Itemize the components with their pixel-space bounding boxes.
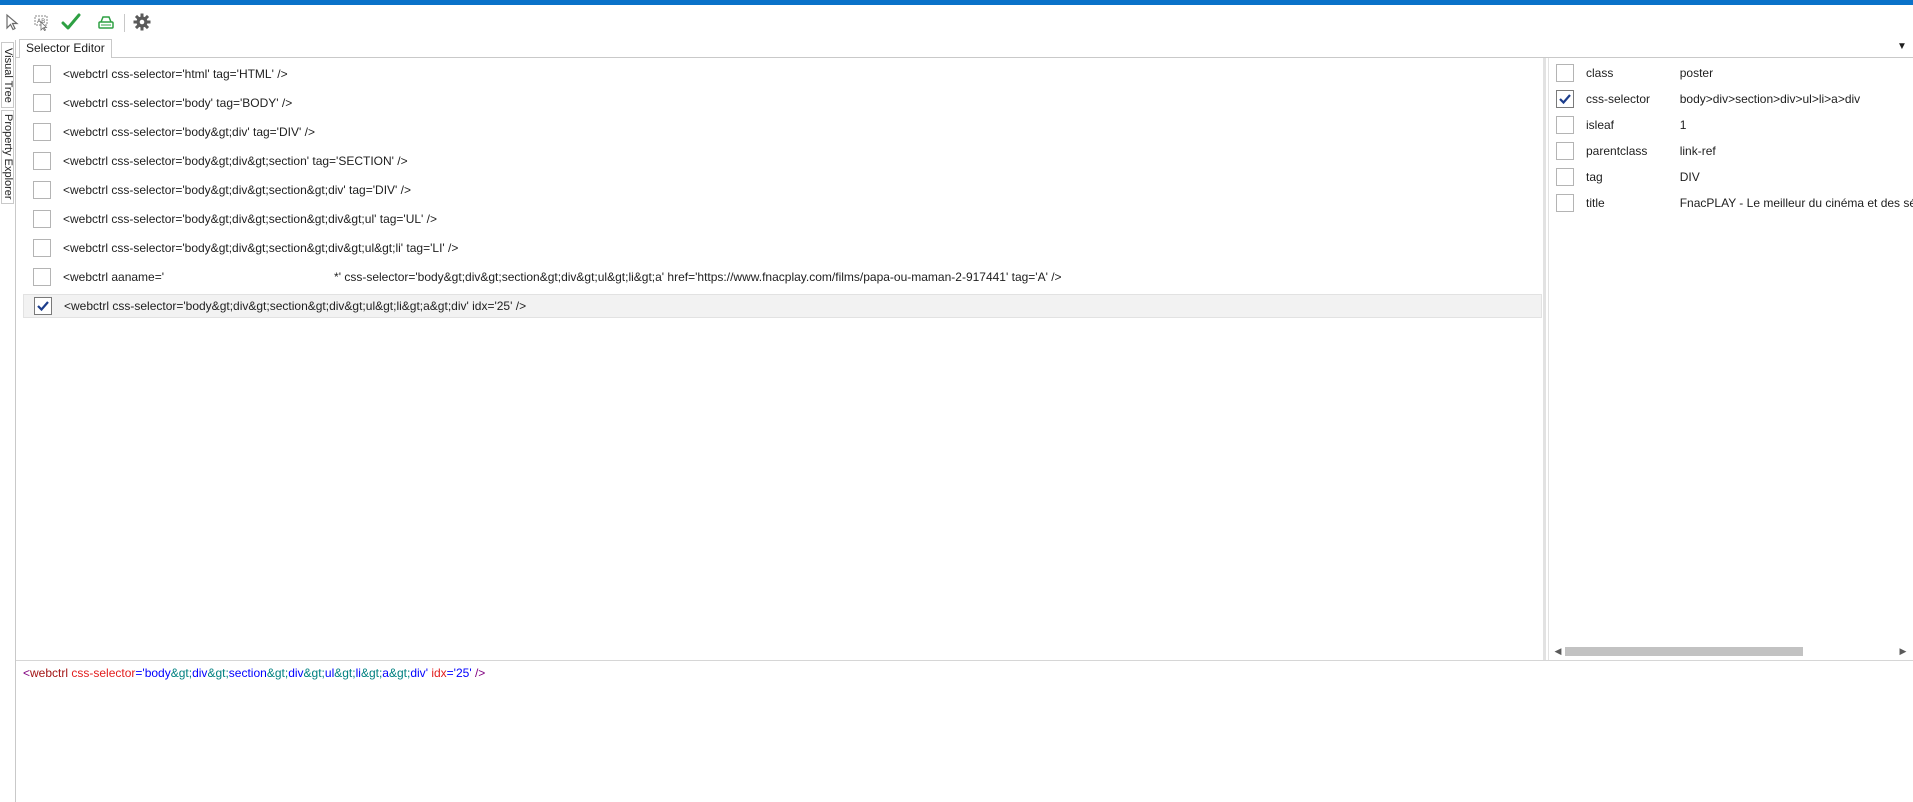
property-value: DIV	[1679, 170, 1700, 184]
preview-token: &gt;	[360, 666, 383, 680]
selector-text: <webctrl css-selector='body&gt;div' tag=…	[63, 125, 315, 139]
selector-checkbox[interactable]	[33, 123, 51, 141]
selector-preview-editor[interactable]: <webctrl css-selector='body&gt;div&gt;se…	[16, 661, 1913, 802]
preview-token: &gt;	[334, 666, 356, 680]
property-row[interactable]: tag DIV	[1549, 164, 1913, 190]
selector-checkbox[interactable]	[33, 239, 51, 257]
selector-checkbox[interactable]	[33, 210, 51, 228]
selector-checkbox[interactable]	[33, 152, 51, 170]
property-name: title	[1586, 196, 1605, 210]
preview-token: section	[228, 666, 267, 680]
property-value: 1	[1679, 118, 1687, 132]
selector-preview-text: <webctrl css-selector='body&gt;div&gt;se…	[23, 666, 485, 680]
property-row[interactable]: isleaf 1	[1549, 112, 1913, 138]
selector-text: <webctrl aaname=' *' css-selector='body&…	[63, 270, 1062, 284]
preview-token: />	[471, 666, 486, 680]
selector-row[interactable]: <webctrl css-selector='body&gt;div' tag=…	[23, 120, 1542, 144]
selector-row[interactable]: <webctrl css-selector='body&gt;div&gt;se…	[23, 149, 1542, 173]
selector-text: <webctrl css-selector='body&gt;div&gt;se…	[63, 241, 459, 255]
toolbar: AB	[0, 5, 1913, 37]
property-name: class	[1586, 66, 1614, 80]
validate-check-icon[interactable]	[59, 10, 83, 34]
property-name: css-selector	[1586, 92, 1651, 106]
selector-text: <webctrl css-selector='body&gt;div&gt;se…	[63, 212, 438, 226]
property-checkbox[interactable]	[1556, 64, 1574, 82]
preview-token: webctrl	[30, 666, 69, 680]
selector-row[interactable]: <webctrl css-selector='html' tag='HTML' …	[23, 62, 1542, 86]
tab-overflow-dropdown-icon[interactable]: ▼	[1895, 40, 1909, 54]
preview-token: div	[288, 666, 304, 680]
property-row[interactable]: title FnacPLAY - Le meilleur du cinéma e…	[1549, 190, 1913, 216]
selector-checkbox-checked[interactable]	[34, 297, 52, 315]
preview-token: ul	[324, 666, 335, 680]
scroll-right-arrow-icon[interactable]: ▶	[1896, 644, 1910, 659]
property-value: link-ref	[1679, 144, 1716, 158]
tab-strip: Selector Editor ▼	[0, 37, 1913, 59]
scrollbar-thumb[interactable]	[1565, 647, 1803, 656]
property-row[interactable]: class poster	[1549, 60, 1913, 86]
scroll-left-arrow-icon[interactable]: ◀	[1551, 644, 1565, 659]
side-tab-visual-tree[interactable]: Visual Tree	[1, 42, 14, 108]
property-checkbox[interactable]	[1556, 116, 1574, 134]
checkmark-icon	[37, 301, 49, 312]
pointer-icon[interactable]	[0, 10, 24, 34]
preview-token: div	[410, 666, 426, 680]
selector-text: <webctrl css-selector='body&gt;div&gt;se…	[64, 299, 527, 313]
property-value: FnacPLAY - Le meilleur du cinéma et des …	[1679, 196, 1913, 210]
preview-token: &gt;	[170, 666, 193, 680]
selector-row[interactable]: <webctrl css-selector='body' tag='BODY' …	[23, 91, 1542, 115]
side-tab-rail: Visual Tree Property Explorer	[0, 40, 16, 802]
highlight-icon[interactable]	[94, 10, 118, 34]
preview-token: &gt;	[207, 666, 229, 680]
selector-checkbox[interactable]	[33, 181, 51, 199]
property-name: parentclass	[1586, 144, 1648, 158]
property-name: isleaf	[1586, 118, 1615, 132]
preview-token: ='	[135, 666, 145, 680]
settings-gear-icon[interactable]	[130, 10, 154, 34]
text-select-icon[interactable]: AB	[29, 10, 53, 34]
preview-token: &gt;	[303, 666, 325, 680]
selector-checkbox[interactable]	[33, 94, 51, 112]
preview-token: body	[144, 666, 171, 680]
selector-row[interactable]: <webctrl css-selector='body&gt;div&gt;se…	[23, 178, 1542, 202]
selector-text: <webctrl css-selector='body&gt;div&gt;se…	[63, 154, 408, 168]
property-checkbox[interactable]	[1556, 194, 1574, 212]
selector-checkbox[interactable]	[33, 65, 51, 83]
preview-token: css-selector	[68, 666, 136, 680]
selector-row[interactable]: <webctrl css-selector='body&gt;div&gt;se…	[23, 207, 1542, 231]
scrollbar-track[interactable]	[1565, 647, 1896, 656]
property-value: poster	[1679, 66, 1714, 80]
selector-row[interactable]: <webctrl aaname=' *' css-selector='body&…	[23, 265, 1542, 289]
checkmark-icon	[1559, 94, 1571, 105]
preview-token: div	[192, 666, 208, 680]
property-checkbox[interactable]	[1556, 168, 1574, 186]
property-name: tag	[1586, 170, 1603, 184]
property-checkbox[interactable]	[1556, 142, 1574, 160]
preview-token: ='	[446, 666, 456, 680]
property-value: body>div>section>div>ul>li>a>div	[1679, 92, 1861, 106]
property-row[interactable]: parentclass link-ref	[1549, 138, 1913, 164]
preview-token: &gt;	[266, 666, 289, 680]
preview-token: <	[23, 666, 31, 680]
selector-text: <webctrl css-selector='body' tag='BODY' …	[63, 96, 293, 110]
property-row[interactable]: css-selector body>div>section>div>ul>li>…	[1549, 86, 1913, 112]
property-panel: class poster css-selector body>div>secti…	[1548, 58, 1913, 660]
toolbar-separator	[124, 14, 125, 32]
property-horizontal-scrollbar[interactable]: ◀ ▶	[1551, 644, 1910, 659]
selector-row[interactable]: <webctrl css-selector='body&gt;div&gt;se…	[23, 236, 1542, 260]
selector-list-panel: <webctrl css-selector='html' tag='HTML' …	[19, 58, 1546, 660]
side-tab-property-explorer[interactable]: Property Explorer	[1, 110, 14, 204]
preview-token: &gt;	[388, 666, 411, 680]
preview-token: a	[382, 666, 389, 680]
property-checkbox-checked[interactable]	[1556, 90, 1574, 108]
tab-selector-editor[interactable]: Selector Editor	[19, 39, 112, 59]
preview-token: 25	[455, 666, 470, 680]
preview-token: idx	[427, 666, 447, 680]
selector-text: <webctrl css-selector='body&gt;div&gt;se…	[63, 183, 411, 197]
selector-text: <webctrl css-selector='html' tag='HTML' …	[63, 67, 288, 81]
selector-row-selected[interactable]: <webctrl css-selector='body&gt;div&gt;se…	[23, 294, 1542, 318]
selector-checkbox[interactable]	[33, 268, 51, 286]
